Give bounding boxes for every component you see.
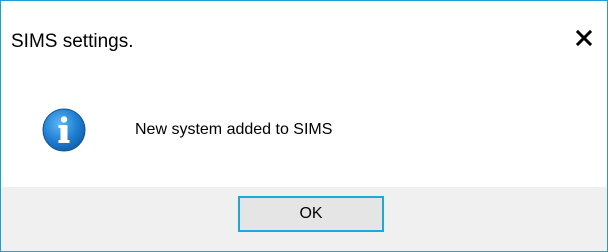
dialog-message: New system added to SIMS: [135, 121, 333, 138]
dialog-titlebar[interactable]: SIMS settings.: [1, 1, 607, 87]
dialog-title: SIMS settings.: [11, 31, 134, 52]
ok-button[interactable]: OK: [238, 196, 384, 232]
ok-button-label: OK: [299, 205, 323, 222]
dialog-button-bar: OK: [1, 187, 607, 251]
message-dialog: SIMS settings. New system added to SIMS …: [0, 0, 608, 252]
close-icon[interactable]: [573, 27, 595, 49]
dialog-body: New system added to SIMS: [1, 87, 607, 187]
info-icon: [41, 107, 87, 153]
